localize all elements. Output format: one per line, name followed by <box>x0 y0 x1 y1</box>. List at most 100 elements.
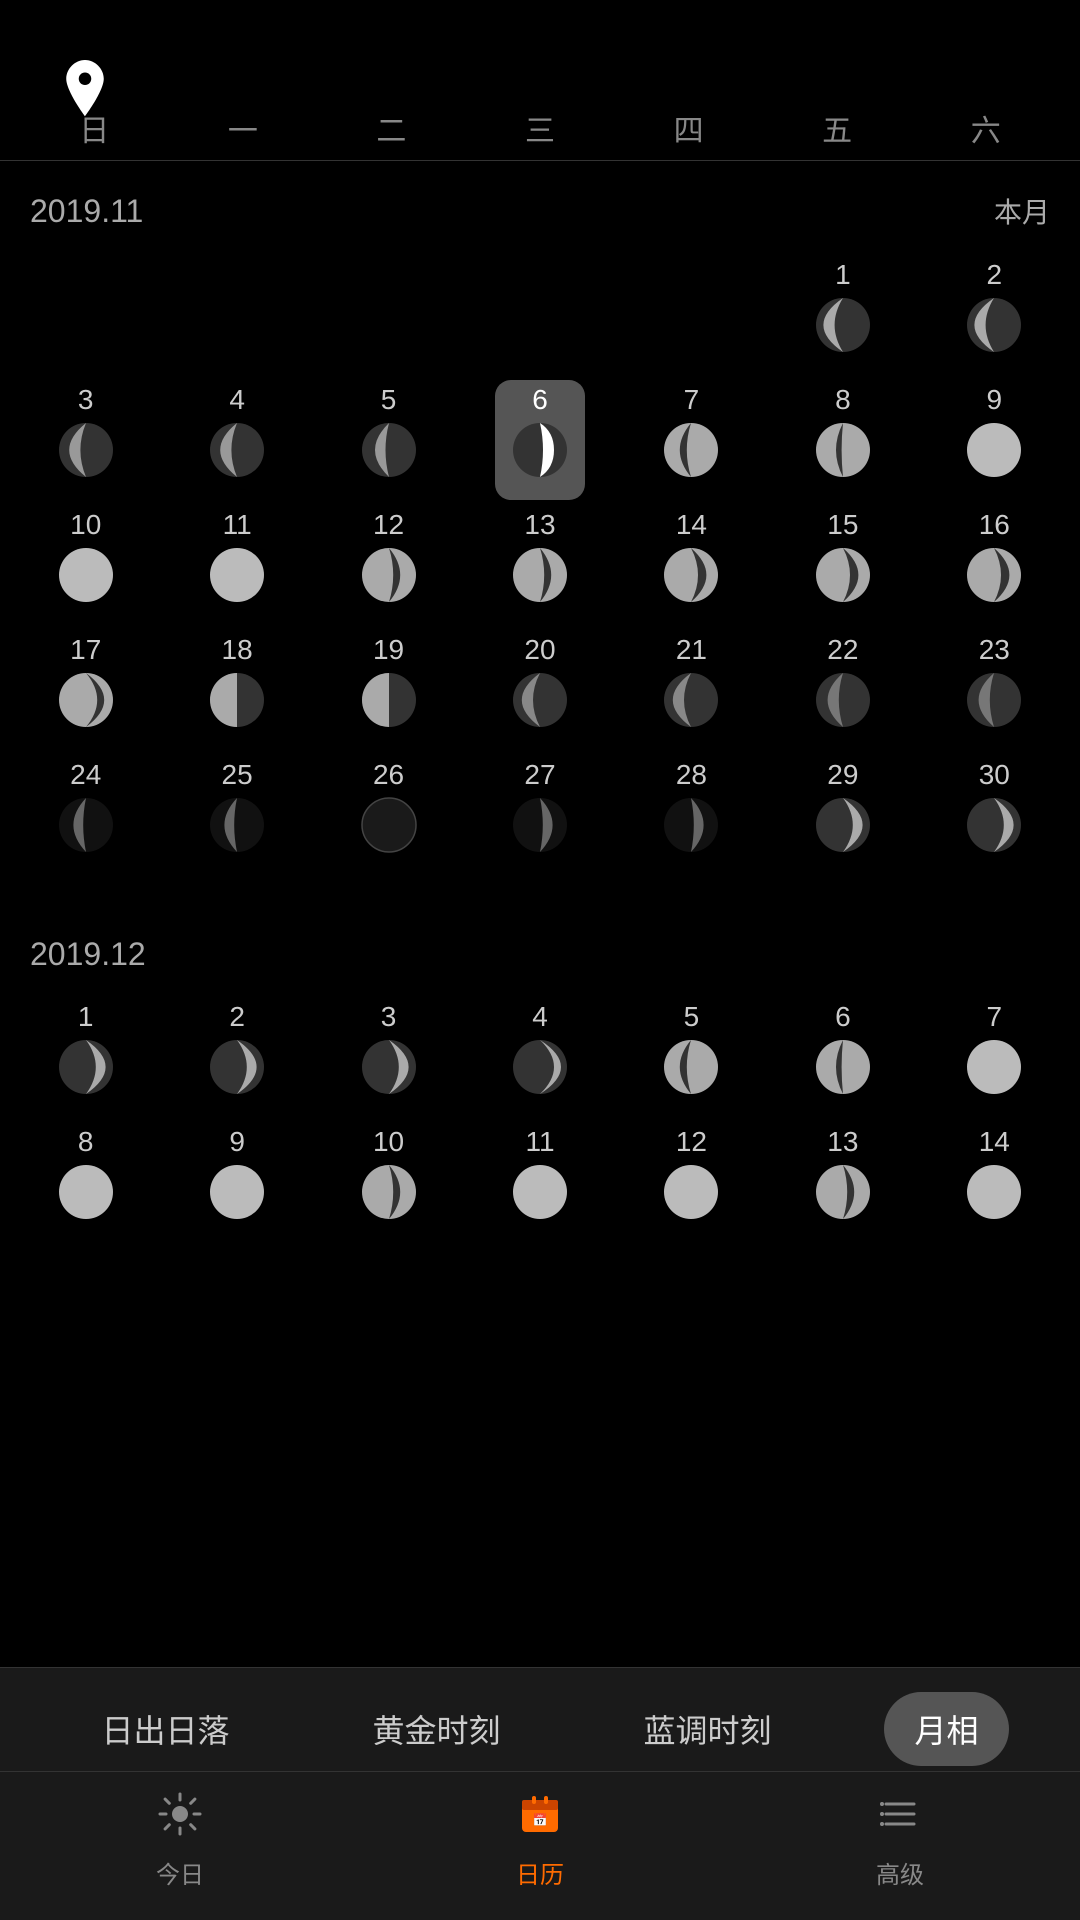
day-number: 22 <box>827 636 858 664</box>
day-cell-nov-22[interactable]: 22 <box>767 626 918 751</box>
day-cell-nov-27[interactable]: 27 <box>464 751 615 876</box>
moon-icon <box>512 422 568 483</box>
day-cell-nov-13[interactable]: 13 <box>464 501 615 626</box>
day-cell-nov-11[interactable]: 11 <box>161 501 312 626</box>
moon-icon <box>58 672 114 733</box>
day-cell-nov-26[interactable]: 26 <box>313 751 464 876</box>
moon-icon <box>663 422 719 483</box>
empty-cell <box>464 251 615 376</box>
mode-golden[interactable]: 黄金时刻 <box>342 1692 530 1766</box>
day-number: 1 <box>78 1003 94 1031</box>
day-cell-dec-13[interactable]: 13 <box>767 1118 918 1243</box>
location-icon <box>60 60 110 110</box>
moon-icon <box>966 1039 1022 1100</box>
day-cell-nov-18[interactable]: 18 <box>161 626 312 751</box>
day-cell-dec-11[interactable]: 11 <box>464 1118 615 1243</box>
day-cell-nov-6[interactable]: 6 <box>464 376 615 501</box>
tab-today-label: 今日 <box>156 1855 204 1890</box>
mode-sunrise[interactable]: 日出日落 <box>71 1692 259 1766</box>
tab-calendar[interactable]: 📅 日历 <box>360 1792 720 1890</box>
weekday-sat: 六 <box>911 106 1060 150</box>
moon-icon <box>663 797 719 858</box>
day-cell-nov-28[interactable]: 28 <box>616 751 767 876</box>
calendar-grid-nov: 123456 789101112131415161718192021222324… <box>10 251 1070 876</box>
day-cell-nov-4[interactable]: 4 <box>161 376 312 501</box>
day-cell-dec-10[interactable]: 10 <box>313 1118 464 1243</box>
day-number: 11 <box>525 1128 554 1156</box>
day-cell-dec-12[interactable]: 12 <box>616 1118 767 1243</box>
day-cell-nov-17[interactable]: 17 <box>10 626 161 751</box>
day-cell-nov-15[interactable]: 15 <box>767 501 918 626</box>
moon-icon <box>663 547 719 608</box>
month-label-dec: 2019.12 <box>30 936 146 973</box>
moon-icon <box>663 1039 719 1100</box>
moon-icon <box>361 547 417 608</box>
moon-icon <box>361 797 417 858</box>
moon-icon <box>209 1164 265 1225</box>
mode-moon[interactable]: 月相 <box>884 1692 1008 1766</box>
moon-icon <box>966 547 1022 608</box>
day-number: 14 <box>979 1128 1010 1156</box>
day-cell-dec-2[interactable]: 2 <box>161 993 312 1118</box>
day-number: 2 <box>986 261 1002 289</box>
day-cell-nov-21[interactable]: 21 <box>616 626 767 751</box>
day-cell-dec-8[interactable]: 8 <box>10 1118 161 1243</box>
day-number: 4 <box>229 386 245 414</box>
day-cell-dec-1[interactable]: 1 <box>10 993 161 1118</box>
header <box>0 0 1080 86</box>
moon-icon <box>58 1039 114 1100</box>
moon-icon <box>209 1039 265 1100</box>
day-cell-nov-7[interactable]: 7 <box>616 376 767 501</box>
day-cell-nov-2[interactable]: 2 <box>919 251 1070 376</box>
day-number: 11 <box>223 511 252 539</box>
mode-blue[interactable]: 蓝调时刻 <box>613 1692 801 1766</box>
empty-cell <box>161 251 312 376</box>
day-cell-dec-9[interactable]: 9 <box>161 1118 312 1243</box>
day-number: 19 <box>373 636 404 664</box>
day-cell-nov-30[interactable]: 30 <box>919 751 1070 876</box>
moon-icon <box>815 1039 871 1100</box>
day-number: 28 <box>676 761 707 789</box>
day-number: 10 <box>373 1128 404 1156</box>
empty-cell <box>616 251 767 376</box>
moon-icon <box>966 672 1022 733</box>
day-cell-dec-6[interactable]: 6 <box>767 993 918 1118</box>
day-cell-nov-19[interactable]: 19 <box>313 626 464 751</box>
day-cell-dec-5[interactable]: 5 <box>616 993 767 1118</box>
moon-icon <box>966 797 1022 858</box>
day-cell-nov-16[interactable]: 16 <box>919 501 1070 626</box>
day-cell-dec-14[interactable]: 14 <box>919 1118 1070 1243</box>
tab-advanced-label: 高级 <box>876 1855 924 1890</box>
tab-advanced[interactable]: 高级 <box>720 1792 1080 1890</box>
day-cell-nov-9[interactable]: 9 <box>919 376 1070 501</box>
moon-icon <box>209 547 265 608</box>
day-cell-nov-20[interactable]: 20 <box>464 626 615 751</box>
calendar-grid-dec: 1234567891011121314 <box>10 993 1070 1243</box>
day-cell-nov-1[interactable]: 1 <box>767 251 918 376</box>
day-cell-nov-10[interactable]: 10 <box>10 501 161 626</box>
day-cell-nov-5[interactable]: 5 <box>313 376 464 501</box>
tab-today[interactable]: 今日 <box>0 1792 360 1890</box>
day-cell-dec-4[interactable]: 4 <box>464 993 615 1118</box>
day-cell-nov-3[interactable]: 3 <box>10 376 161 501</box>
day-number: 10 <box>70 511 101 539</box>
moon-icon <box>209 672 265 733</box>
day-cell-nov-24[interactable]: 24 <box>10 751 161 876</box>
weekday-tue: 二 <box>317 106 466 150</box>
day-cell-nov-8[interactable]: 8 <box>767 376 918 501</box>
day-cell-nov-12[interactable]: 12 <box>313 501 464 626</box>
day-cell-dec-3[interactable]: 3 <box>313 993 464 1118</box>
day-number: 14 <box>676 511 707 539</box>
day-cell-nov-14[interactable]: 14 <box>616 501 767 626</box>
moon-icon <box>966 1164 1022 1225</box>
day-cell-dec-7[interactable]: 7 <box>919 993 1070 1118</box>
day-number: 24 <box>70 761 101 789</box>
day-number: 8 <box>835 386 851 414</box>
day-cell-nov-25[interactable]: 25 <box>161 751 312 876</box>
calendar-scroll: 2019.11本月123456 789101112131415161718192… <box>0 171 1080 1483</box>
day-cell-nov-29[interactable]: 29 <box>767 751 918 876</box>
moon-icon <box>58 797 114 858</box>
day-number: 16 <box>979 511 1010 539</box>
day-number: 6 <box>835 1003 851 1031</box>
day-cell-nov-23[interactable]: 23 <box>919 626 1070 751</box>
